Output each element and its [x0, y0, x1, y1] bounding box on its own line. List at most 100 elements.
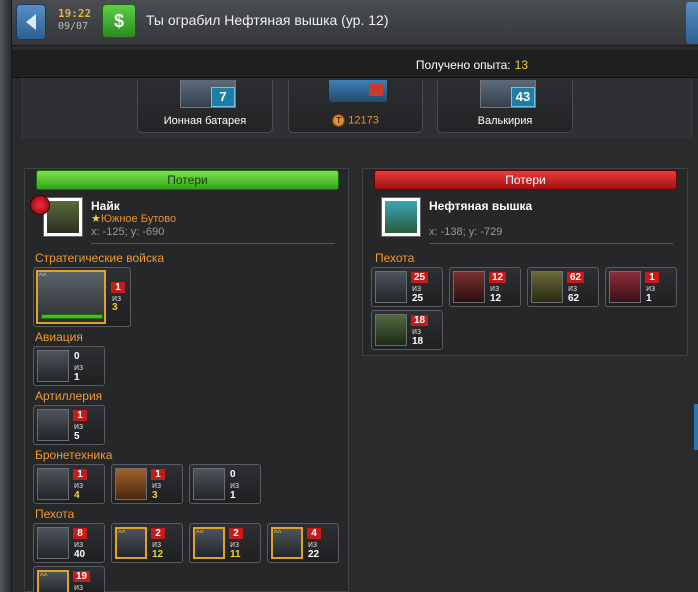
left-frame	[0, 0, 12, 592]
unit-aviation-1[interactable]: 0 из 1	[33, 346, 105, 386]
unit-of: из	[308, 539, 318, 549]
unit-total: 12	[152, 549, 164, 560]
chest-icon	[329, 80, 387, 102]
unit-infantry-2[interactable]: ^^ 2 из 12	[111, 523, 183, 563]
defender-losses-header: Потери	[374, 170, 677, 190]
unit-armor-1[interactable]: 1 из 4	[33, 464, 105, 504]
unit-total: 12	[490, 293, 502, 304]
soldier-icon	[375, 314, 407, 346]
unit-of: из	[230, 480, 240, 490]
defender-name[interactable]: Нефтяная вышка	[429, 199, 532, 213]
money-icon: $	[102, 4, 136, 38]
unit-lost: 1	[73, 469, 87, 480]
defender-unit-infantry-3[interactable]: 62 из 62	[527, 267, 599, 307]
experience-bar: Получено опыта: 13	[12, 50, 698, 78]
aircraft-icon	[37, 350, 69, 382]
loot-item-ion-battery[interactable]: 7 Ионная батарея	[137, 80, 273, 133]
side-panel-tab[interactable]	[686, 2, 698, 44]
back-arrow-icon	[26, 14, 36, 30]
unit-total: 11	[230, 549, 241, 560]
unit-strategic[interactable]: ^^ 1 из 3	[33, 267, 131, 327]
section-title-infantry: Пехота	[35, 507, 75, 521]
unit-total: 5	[74, 431, 80, 442]
loot-label: Валькирия	[477, 115, 533, 127]
ion-battery-icon: 7	[180, 80, 236, 108]
unit-of: из	[230, 539, 240, 549]
unit-lost: 1	[151, 469, 165, 480]
sniper-icon	[531, 271, 563, 303]
hp-bar	[41, 314, 103, 319]
back-button[interactable]	[16, 4, 46, 40]
star-icon: ★	[91, 213, 101, 225]
defender-unit-infantry-1[interactable]: 25 из 25	[371, 267, 443, 307]
scorpion-tank-icon	[115, 468, 147, 500]
unit-infantry-4[interactable]: ^^ 4 из 22	[267, 523, 339, 563]
unit-lost: 8	[73, 528, 87, 539]
loot-coin-amount: 12173	[348, 114, 379, 127]
unit-lost: 1	[111, 282, 125, 293]
defender-coords: x: -138; y: -729	[429, 226, 503, 238]
unit-total: 1	[646, 293, 652, 304]
attacker-alliance[interactable]: ★Южное Бутово	[91, 212, 176, 225]
unit-of: из	[412, 283, 422, 293]
defender-unit-infantry-2[interactable]: 12 из 12	[449, 267, 521, 307]
experience-label-text: Получено опыта:	[415, 58, 511, 72]
defender-unit-infantry-5[interactable]: 18 из 18	[371, 310, 443, 350]
unit-of: из	[646, 283, 656, 293]
unit-infantry-5[interactable]: ^^ 19 из	[33, 566, 105, 592]
valkyrie-icon: 43	[480, 80, 536, 108]
unit-lost: 1	[73, 410, 87, 421]
loot-item-coins[interactable]: T 12173	[288, 80, 423, 133]
soldier-icon	[375, 271, 407, 303]
apc-icon	[193, 468, 225, 500]
unit-lost: 2	[229, 528, 243, 539]
unit-lost: 1	[645, 272, 659, 283]
defender-avatar[interactable]	[381, 197, 421, 237]
unit-of: из	[74, 480, 84, 490]
clock-date: 09/07	[58, 21, 89, 32]
attacker-losses-header: Потери	[36, 170, 339, 190]
rank-chevron-icon: ^^	[118, 529, 126, 538]
section-title-strategic: Стратегические войска	[35, 251, 165, 265]
section-title-armor: Бронетехника	[35, 448, 113, 462]
soldier-icon: ^^	[271, 527, 303, 559]
loot-item-valkyrie[interactable]: 43 Валькирия	[437, 80, 573, 133]
unit-of: из	[74, 539, 84, 549]
unit-lost: 62	[567, 272, 585, 283]
unit-infantry-3[interactable]: ^^ 2 из 11	[189, 523, 261, 563]
section-title-infantry: Пехота	[375, 251, 415, 265]
section-title-artillery: Артиллерия	[35, 389, 103, 403]
unit-total: 3	[152, 490, 158, 501]
rank-chevron-icon: ^^	[196, 529, 204, 538]
unit-total: 4	[74, 490, 80, 501]
unit-lost: 4	[307, 528, 321, 539]
loot-coin-row: T 12173	[289, 114, 422, 127]
unit-of: из	[152, 480, 162, 490]
defender-unit-infantry-4[interactable]: 1 из 1	[605, 267, 677, 307]
coin-icon: T	[332, 114, 346, 127]
unit-lost: 18	[411, 315, 429, 326]
clock-time: 19:22	[58, 7, 92, 20]
experience-value: 13	[514, 58, 528, 72]
unit-total: 18	[412, 336, 424, 347]
rank-chevron-icon: ^^	[39, 272, 47, 281]
unit-total: 25	[412, 293, 424, 304]
unit-armor-2[interactable]: 1 из 3	[111, 464, 183, 504]
unit-artillery-1[interactable]: 1 из 5	[33, 405, 105, 445]
artillery-icon	[37, 409, 69, 441]
loot-count: 7	[211, 87, 235, 107]
unit-armor-3[interactable]: 0 из 1	[189, 464, 261, 504]
unit-lost: 2	[151, 528, 165, 539]
tank-icon	[37, 468, 69, 500]
unit-lost: 25	[411, 272, 429, 283]
title-bar: 19:22 09/07 $ Ты ограбил Нефтяная вышка …	[12, 0, 698, 46]
rank-chevron-icon: ^^	[274, 529, 282, 538]
unit-total: 1	[74, 372, 80, 383]
unit-lost: 12	[489, 272, 507, 283]
scrollbar[interactable]	[694, 404, 698, 450]
attacker-name[interactable]: Найк	[91, 199, 120, 213]
unit-infantry-1[interactable]: 8 из 40	[33, 523, 105, 563]
divider	[91, 243, 335, 244]
rank-chevron-icon: ^^	[40, 572, 48, 581]
soldier-icon	[37, 527, 69, 559]
